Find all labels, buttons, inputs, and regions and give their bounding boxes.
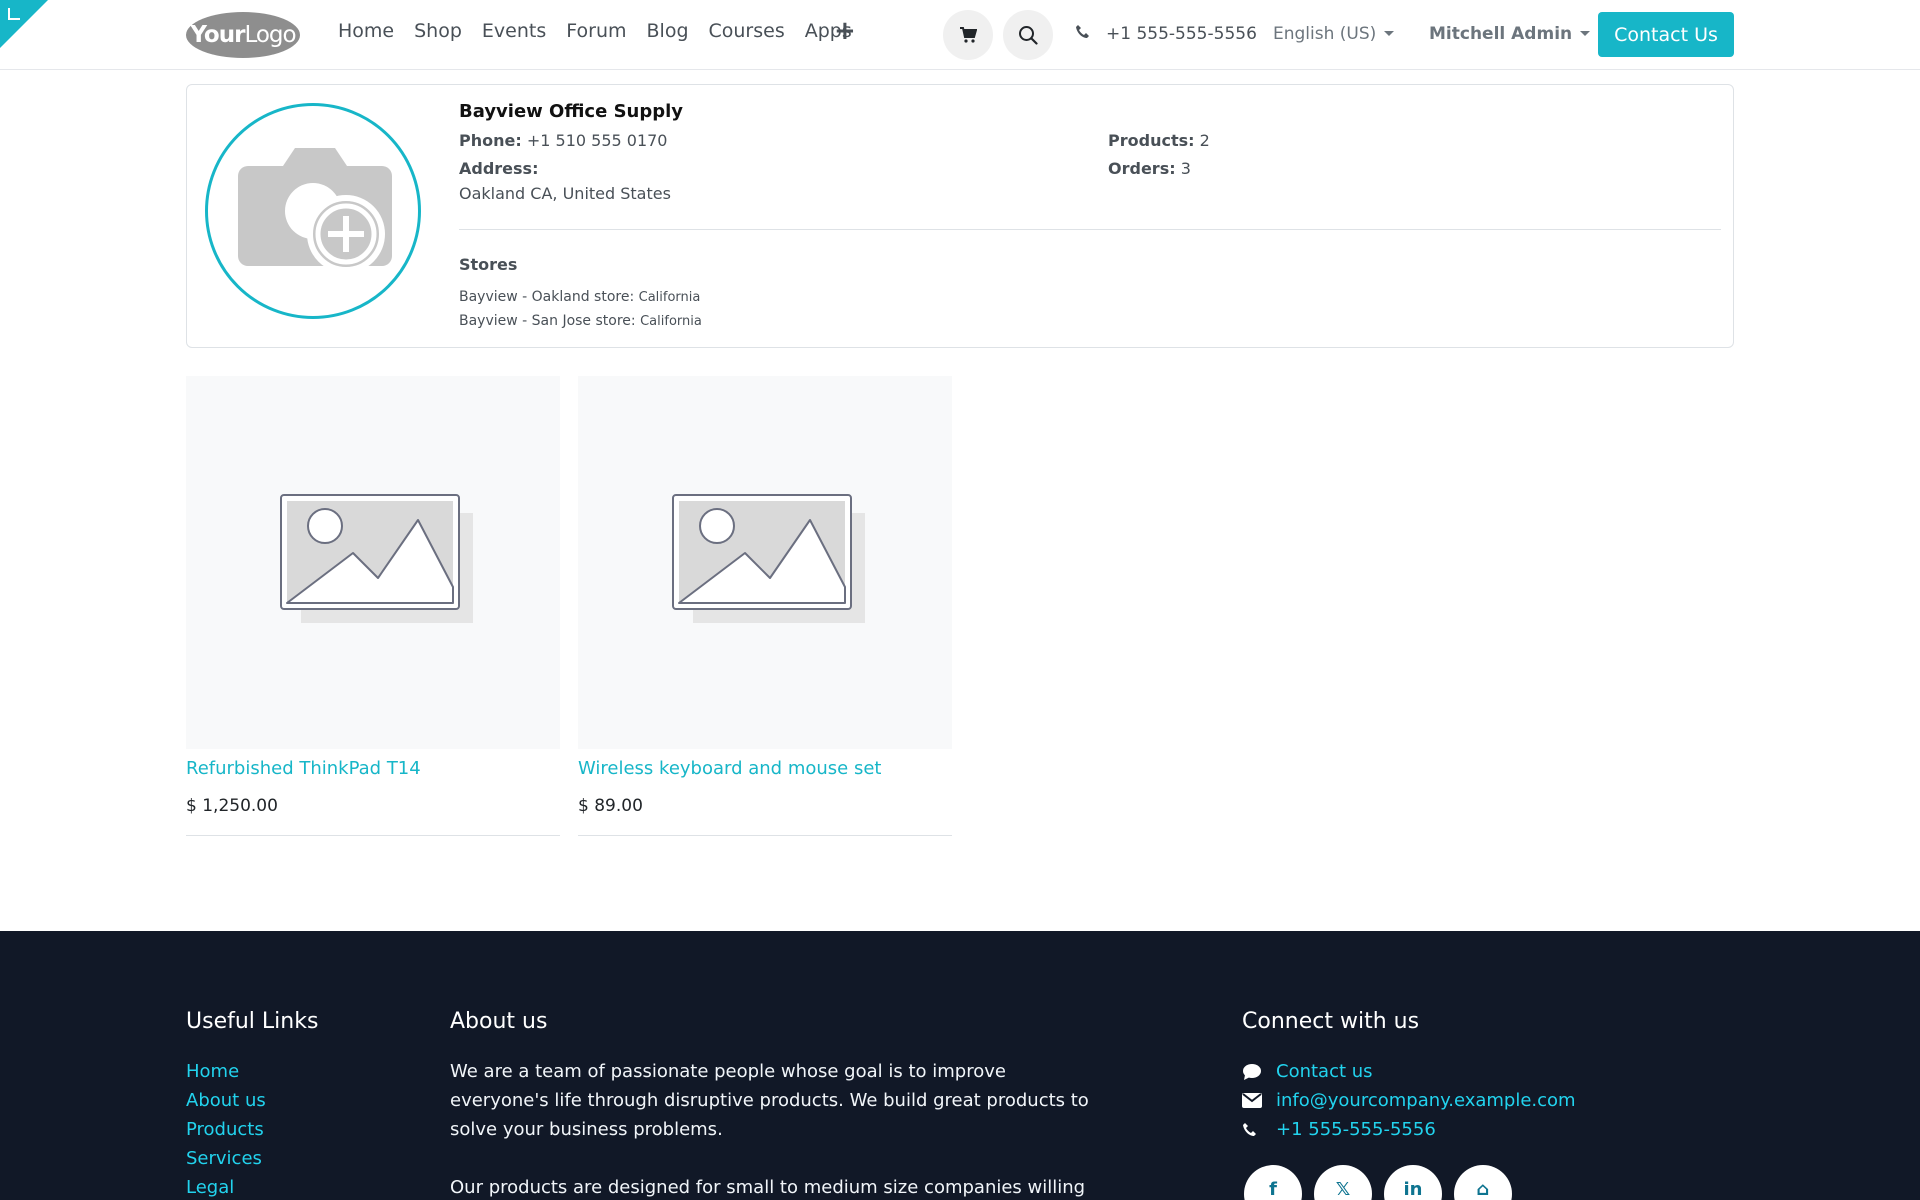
seller-orders-count: Orders: 3 [1108,159,1191,178]
site-logo[interactable]: YourLogo [186,12,300,58]
product-price: $ 1,250.00 [186,796,278,816]
nav-events[interactable]: Events [482,20,546,42]
connect-contact[interactable]: Contact us [1242,1057,1576,1086]
about-paragraph: We are a team of passionate people whose… [450,1061,1089,1140]
language-selector[interactable]: English (US) [1273,24,1395,44]
nav-forum[interactable]: Forum [566,20,626,42]
connect-email[interactable]: info@yourcompany.example.com [1242,1086,1576,1115]
connect-list: Contact us info@yourcompany.example.com … [1242,1057,1576,1144]
footer-link-services[interactable]: Services [186,1144,266,1173]
home-icon[interactable]: ⌂ [1454,1165,1512,1200]
header-phone[interactable]: +1 555-555-5556 [1106,24,1257,44]
main-nav: Home Shop Events Forum Blog Courses Apps [338,20,852,42]
search-icon [1019,26,1038,45]
product-card[interactable]: Wireless keyboard and mouse set $ 89.00 [578,376,952,836]
footer-link-about[interactable]: About us [186,1086,266,1115]
seller-address-label: Address: [459,159,539,178]
card-divider [459,229,1721,230]
seller-address: Oakland CA, United States [459,184,671,203]
x-twitter-icon[interactable]: 𝕏 [1314,1165,1372,1200]
seller-avatar[interactable] [205,103,421,319]
linkedin-icon[interactable]: in [1384,1165,1442,1200]
seller-card: Bayview Office Supply Phone: +1 510 555 … [186,84,1734,348]
product-image[interactable] [186,376,560,749]
product-name[interactable]: Refurbished ThinkPad T14 [186,758,421,779]
footer-link-legal[interactable]: Legal [186,1173,266,1200]
chevron-down-icon [1384,31,1395,36]
connect-phone-label: +1 555-555-5556 [1276,1119,1436,1140]
camera-plus-icon [238,148,392,273]
user-menu[interactable]: Mitchell Admin [1429,24,1591,44]
product-card[interactable]: Refurbished ThinkPad T14 $ 1,250.00 [186,376,560,836]
corner-mark-icon [8,8,20,20]
connect-contact-label: Contact us [1276,1061,1373,1082]
chevron-down-icon [1580,31,1591,36]
search-button[interactable] [1003,10,1053,60]
facebook-icon[interactable]: f [1244,1165,1302,1200]
site-footer: Useful Links Home About us Products Serv… [0,931,1920,1200]
nav-courses[interactable]: Courses [709,20,785,42]
phone-icon [1076,25,1089,38]
comment-icon [1242,1063,1276,1081]
useful-links-title: Useful Links [186,1009,319,1034]
add-menu-icon[interactable]: + [834,16,856,46]
nav-shop[interactable]: Shop [414,20,462,42]
image-placeholder-icon [672,493,865,623]
product-image[interactable] [578,376,952,749]
footer-link-home[interactable]: Home [186,1057,266,1086]
product-price: $ 89.00 [578,796,643,816]
nav-home[interactable]: Home [338,20,394,42]
cart-icon [960,27,977,43]
social-links: f 𝕏 in ⌂ [1244,1165,1512,1200]
image-placeholder-icon [280,493,473,623]
connect-email-label: info@yourcompany.example.com [1276,1090,1576,1111]
site-header: YourLogo Home Shop Events Forum Blog Cou… [0,0,1920,70]
product-name[interactable]: Wireless keyboard and mouse set [578,758,881,779]
language-label: English (US) [1273,24,1377,44]
useful-links-list: Home About us Products Services Legal [186,1057,266,1200]
seller-name: Bayview Office Supply [459,101,684,122]
connect-title: Connect with us [1242,1009,1420,1034]
logo-text: YourLogo [190,22,296,48]
seller-phone: Phone: +1 510 555 0170 [459,131,668,150]
store-item: Bayview - Oakland store: California [459,289,701,305]
store-item: Bayview - San Jose store: California [459,313,702,329]
about-paragraph: Our products are designed for small to m… [450,1177,1086,1198]
cart-button[interactable] [943,10,993,60]
phone-icon [1242,1122,1276,1138]
stores-title: Stores [459,255,518,274]
user-name: Mitchell Admin [1429,24,1573,44]
seller-products-count: Products: 2 [1108,131,1210,150]
about-title: About us [450,1009,548,1034]
contact-us-button[interactable]: Contact Us [1598,12,1734,57]
connect-phone[interactable]: +1 555-555-5556 [1242,1115,1576,1144]
nav-blog[interactable]: Blog [647,20,689,42]
about-text: We are a team of passionate people whose… [450,1057,1090,1200]
footer-link-products[interactable]: Products [186,1115,266,1144]
envelope-icon [1242,1093,1276,1108]
